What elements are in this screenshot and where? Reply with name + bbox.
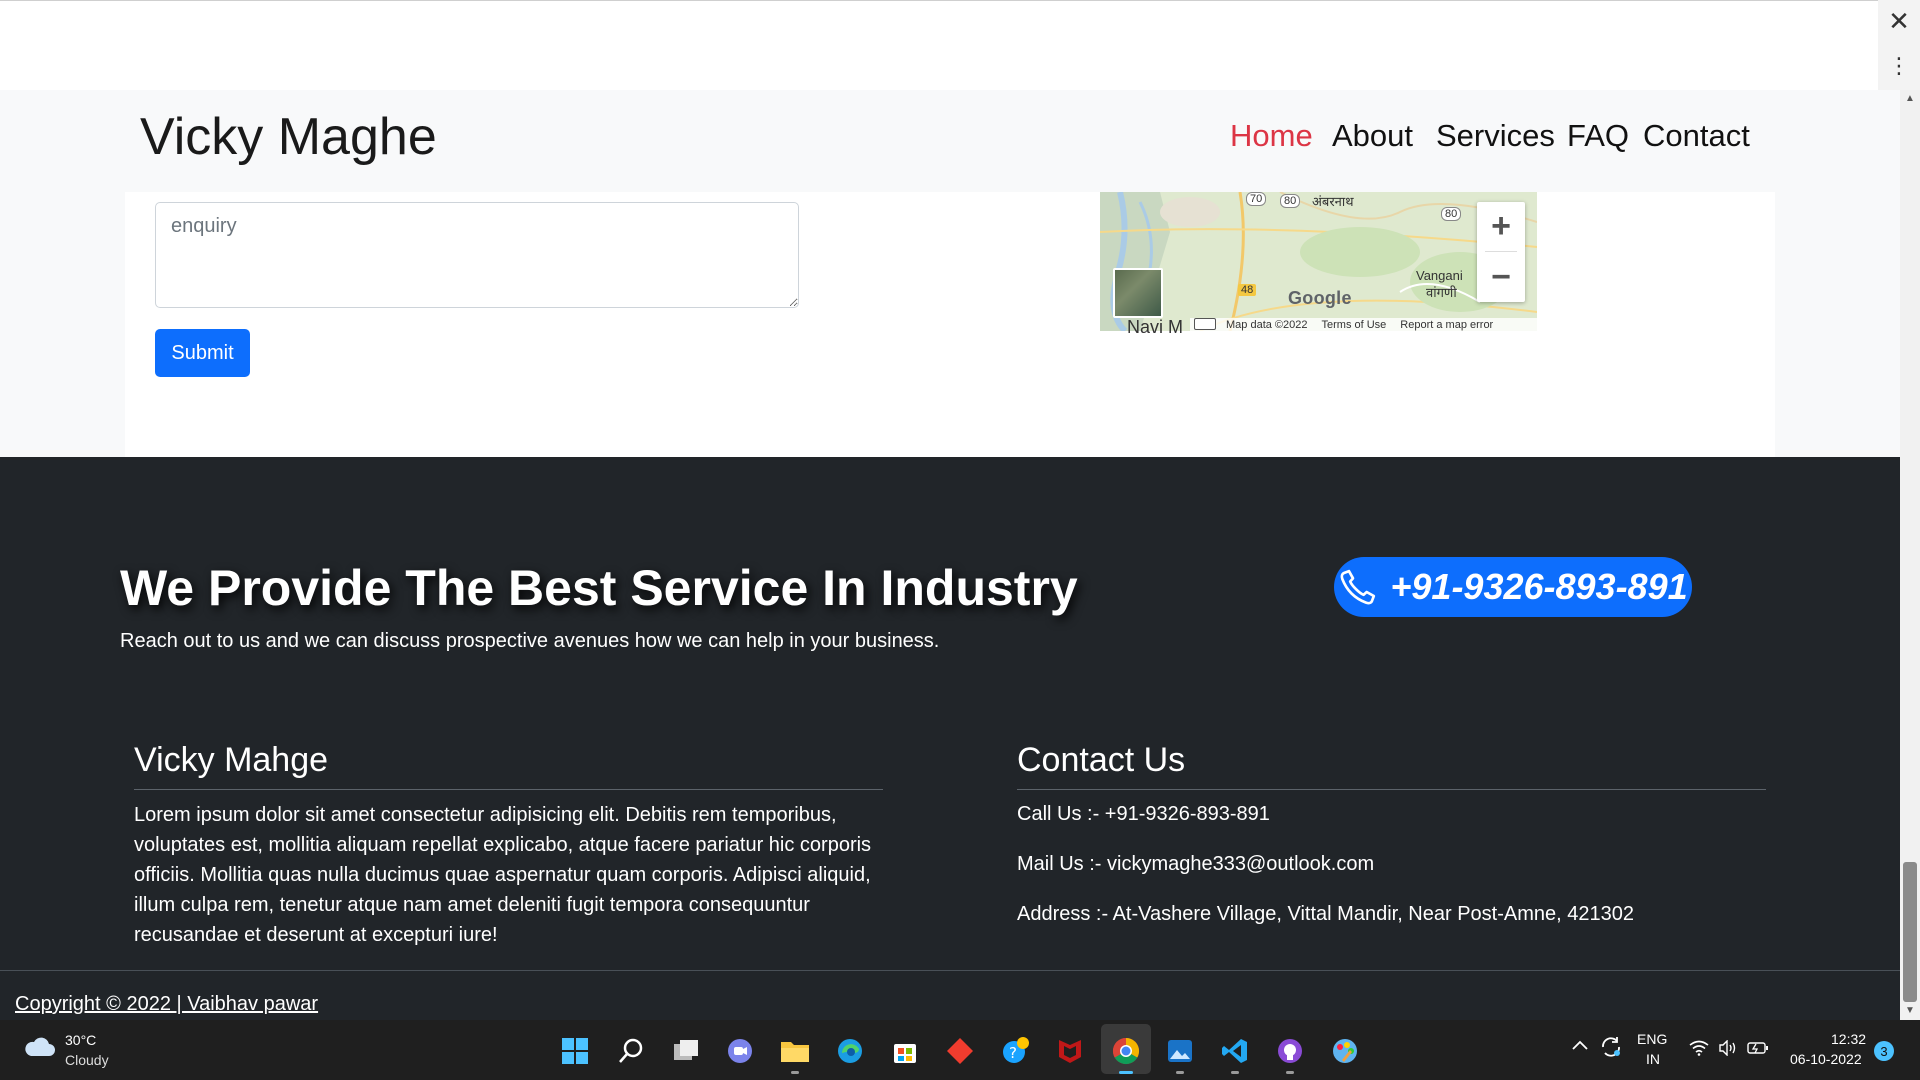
scroll-up-arrow-icon[interactable]: ▲ — [1900, 90, 1920, 108]
wifi-icon[interactable] — [1689, 1040, 1709, 1061]
weather-description[interactable]: Cloudy — [65, 1052, 109, 1068]
contact-divider — [1017, 789, 1766, 790]
map-data-text: Map data ©2022 — [1226, 318, 1308, 331]
clock-date[interactable]: 06-10-2022 — [1790, 1051, 1862, 1067]
enquiry-textarea[interactable] — [155, 202, 799, 308]
weather-temperature[interactable]: 30°C — [65, 1032, 96, 1048]
sync-icon[interactable] — [1599, 1035, 1623, 1064]
close-icon[interactable]: ✕ — [1878, 0, 1920, 42]
browser-top-strip — [0, 0, 1878, 91]
nav-link-faq[interactable]: FAQ — [1567, 116, 1629, 156]
keyboard-shortcuts-icon[interactable] — [1194, 318, 1216, 330]
zoom-divider — [1485, 251, 1517, 252]
zoom-out-button[interactable]: − — [1477, 253, 1525, 301]
clock-time[interactable]: 12:32 — [1831, 1031, 1866, 1047]
phone-number: +91-9326-893-891 — [1390, 566, 1688, 607]
nav-link-contact[interactable]: Contact — [1643, 116, 1750, 156]
footer-bottom-divider — [0, 970, 1900, 971]
about-divider — [134, 789, 883, 790]
notification-badge[interactable]: 3 — [1874, 1041, 1894, 1061]
map-label-ambernath: अंबरनाथ — [1312, 194, 1354, 209]
skype-icon[interactable]: ? — [998, 1034, 1032, 1068]
about-heading: Vicky Mahge — [134, 741, 329, 779]
mcafee-icon[interactable] — [1053, 1034, 1087, 1068]
map-label-vangani-devanagari: वांगणी — [1426, 285, 1457, 300]
road-shield-80: 80 — [1280, 194, 1301, 208]
paint-icon[interactable] — [1328, 1034, 1362, 1068]
file-explorer-icon[interactable] — [778, 1034, 812, 1074]
contact-heading: Contact Us — [1017, 741, 1186, 779]
cloud-icon[interactable] — [22, 1035, 56, 1064]
report-map-error-link[interactable]: Report a map error — [1400, 319, 1493, 331]
google-map[interactable] — [1100, 192, 1537, 331]
region-indicator[interactable]: IN — [1646, 1051, 1660, 1067]
git-diamond-icon[interactable] — [943, 1034, 977, 1068]
task-view-icon[interactable] — [669, 1034, 703, 1068]
more-menu-icon[interactable]: ⋮ — [1878, 42, 1920, 90]
battery-icon[interactable] — [1747, 1041, 1769, 1060]
copyright-link[interactable]: Copyright © 2022 | Vaibhav pawar — [15, 993, 318, 1016]
scrollbar-thumb[interactable] — [1903, 862, 1917, 1002]
road-shield-80-east: 80 — [1441, 207, 1462, 221]
map-label-vangani: Vangani — [1416, 268, 1463, 283]
chevron-up-icon[interactable] — [1571, 1038, 1589, 1057]
map-label-navi: Navi M — [1127, 317, 1184, 337]
phone-call-button[interactable]: +91-9326-893-891 — [1334, 557, 1692, 617]
terms-of-use-link[interactable]: Terms of Use — [1322, 319, 1387, 331]
google-logo: Google — [1288, 288, 1352, 308]
zoom-in-button[interactable]: + — [1477, 202, 1525, 250]
teams-chat-icon[interactable] — [723, 1034, 757, 1068]
nav-link-about[interactable]: About — [1332, 116, 1413, 156]
microsoft-store-icon[interactable] — [888, 1034, 922, 1068]
nav-link-services[interactable]: Services — [1436, 116, 1555, 156]
map-attribution: Map data ©2022 Terms of Use Report a map… — [1190, 318, 1537, 331]
phone-icon — [1340, 569, 1376, 605]
road-shield-48: 48 — [1238, 284, 1257, 296]
chrome-icon[interactable] — [1109, 1034, 1143, 1074]
photos-icon[interactable] — [1163, 1034, 1197, 1074]
windows-start-icon[interactable] — [558, 1034, 592, 1068]
contact-address: Address :- At-Vashere Village, Vittal Ma… — [1017, 903, 1634, 925]
cta-title: We Provide The Best Service In Industry — [120, 560, 1078, 616]
search-icon[interactable] — [614, 1034, 648, 1068]
submit-button[interactable]: Submit — [155, 329, 250, 377]
nav-link-home[interactable]: Home — [1230, 116, 1313, 156]
volume-icon[interactable] — [1718, 1039, 1738, 1061]
vscode-icon[interactable] — [1218, 1034, 1252, 1074]
road-shield-70: 70 — [1246, 192, 1267, 206]
site-brand[interactable]: Vicky Maghe — [140, 104, 437, 170]
satellite-toggle[interactable] — [1113, 268, 1163, 318]
about-paragraph: Lorem ipsum dolor sit amet consectetur a… — [134, 804, 872, 946]
map-terrain — [1100, 192, 1537, 331]
github-icon[interactable] — [1273, 1034, 1307, 1074]
svg-text:?: ? — [1009, 1044, 1017, 1062]
language-indicator[interactable]: ENG — [1637, 1031, 1667, 1047]
cta-subtitle: Reach out to us and we can discuss prosp… — [120, 630, 940, 652]
contact-mail: Mail Us :- vickymaghe333@outlook.com — [1017, 853, 1375, 875]
scroll-down-arrow-icon[interactable]: ▼ — [1900, 1002, 1920, 1020]
contact-call: Call Us :- +91-9326-893-891 — [1017, 803, 1270, 825]
edge-icon[interactable] — [833, 1034, 867, 1068]
